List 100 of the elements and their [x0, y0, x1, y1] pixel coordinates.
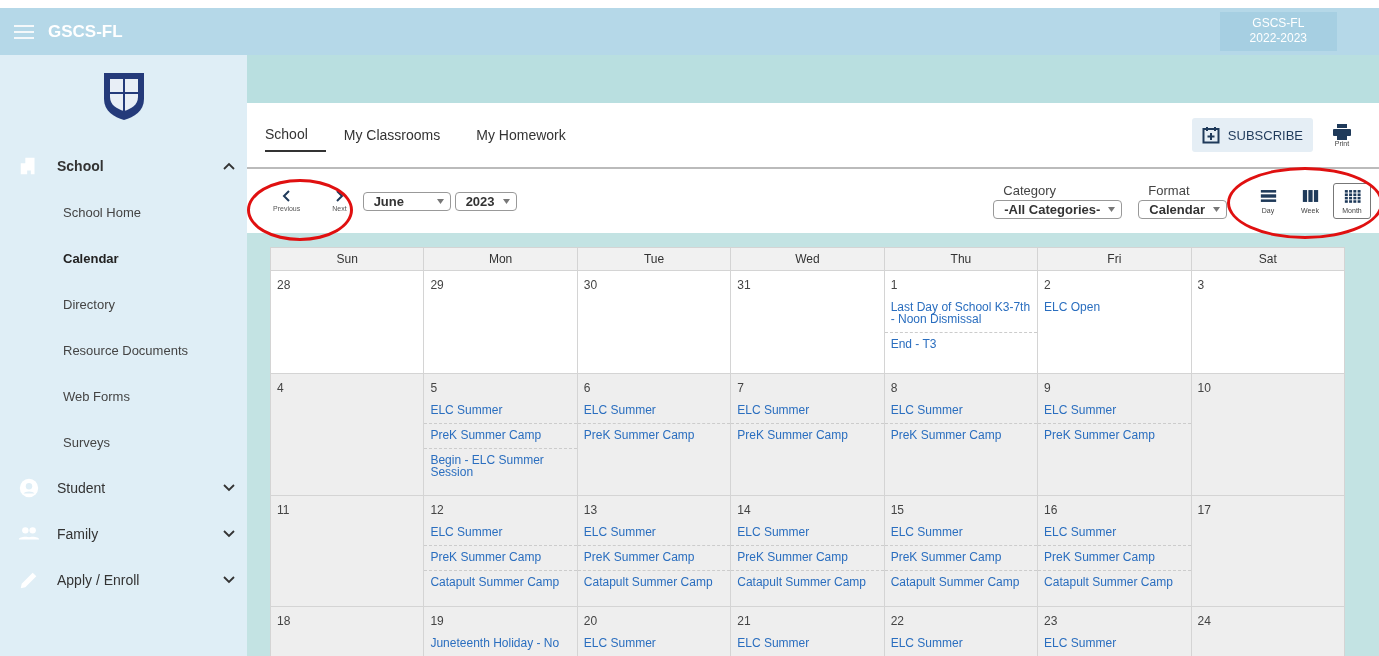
sidebar-subitem[interactable]: Resource Documents — [0, 327, 247, 373]
tab[interactable]: School — [265, 118, 326, 152]
event-link[interactable]: ELC Summer — [1038, 521, 1191, 546]
chevron-left-icon — [281, 190, 292, 202]
event-link[interactable]: PreK Summer Camp — [1038, 546, 1191, 571]
date-number: 22 — [889, 613, 906, 630]
sidebar-item[interactable]: Student — [0, 465, 247, 511]
month-view-icon — [1343, 188, 1361, 203]
event-link[interactable]: PreK Summer Camp — [884, 546, 1038, 571]
event-link[interactable]: PreK Summer Camp — [1038, 424, 1191, 448]
event-link[interactable]: PreK Summer Camp — [731, 546, 884, 571]
sidebar-subitem[interactable]: School Home — [0, 189, 247, 235]
event-link[interactable]: ELC Summer — [577, 632, 731, 656]
event-link[interactable]: ELC Summer — [731, 521, 884, 546]
sidebar-item[interactable]: Apply / Enroll — [0, 557, 247, 603]
weekday-header: Mon — [423, 247, 578, 271]
category-dropdown[interactable]: -All Categories- — [993, 200, 1123, 219]
date-number: 28 — [276, 277, 292, 294]
date-number: 10 — [1196, 380, 1212, 397]
event-link[interactable]: Catapult Summer Camp — [1038, 571, 1191, 595]
weekday-header: Thu — [884, 247, 1038, 271]
person-icon — [18, 477, 40, 499]
year-dropdown[interactable]: 2023 — [454, 191, 517, 211]
sidebar-subitem[interactable]: Web Forms — [0, 373, 247, 419]
dropdown-arrow-icon — [502, 198, 510, 204]
event-link[interactable]: Catapult Summer Camp — [577, 571, 731, 595]
date-number: 16 — [1043, 502, 1059, 519]
month-dropdown[interactable]: June — [362, 191, 451, 211]
date-number: 17 — [1196, 502, 1212, 519]
date-number: 21 — [736, 613, 752, 630]
event-link[interactable]: ELC Open — [1038, 296, 1191, 320]
weekday-header: Fri — [1037, 247, 1192, 271]
date-number: 31 — [736, 277, 752, 294]
event-link[interactable]: Juneteenth Holiday - No — [424, 632, 577, 656]
date-number: 4 — [276, 380, 285, 397]
event-link[interactable]: ELC Summer — [1038, 399, 1191, 424]
event-link[interactable]: ELC Summer — [1038, 632, 1191, 656]
date-number: 1 — [889, 277, 899, 294]
event-link[interactable]: ELC Summer — [424, 521, 577, 546]
date-number: 15 — [889, 502, 906, 519]
dropdown-arrow-icon — [1213, 207, 1220, 212]
menu-icon[interactable] — [14, 23, 34, 40]
sidebar-subitem[interactable]: Surveys — [0, 419, 247, 465]
app-title: GSCS-FL — [48, 21, 123, 42]
event-link[interactable]: PreK Summer Camp — [424, 424, 577, 449]
tab[interactable]: My Homework — [476, 119, 584, 151]
event-link[interactable]: PreK Summer Camp — [884, 424, 1038, 448]
date-number: 23 — [1043, 613, 1059, 630]
sidebar-item[interactable]: Family — [0, 511, 247, 557]
date-number: 5 — [429, 380, 439, 397]
sidebar-subitem[interactable]: Calendar — [0, 235, 247, 281]
event-link[interactable]: PreK Summer Camp — [424, 546, 577, 571]
dropdown-arrow-icon — [436, 198, 444, 204]
date-number: 29 — [429, 277, 445, 294]
event-link[interactable]: ELC Summer — [577, 399, 731, 424]
sidebar-item[interactable]: School — [0, 143, 247, 189]
weekday-header: Wed — [730, 247, 885, 271]
date-number: 19 — [429, 613, 445, 630]
event-link[interactable]: ELC Summer — [731, 632, 884, 656]
date-number: 8 — [889, 380, 899, 397]
event-link[interactable]: PreK Summer Camp — [577, 546, 731, 571]
sidebar-subitem[interactable]: Directory — [0, 281, 247, 327]
event-link[interactable]: ELC Summer — [884, 399, 1038, 424]
event-link[interactable]: ELC Summer — [424, 399, 577, 424]
event-link[interactable]: Last Day of School K3-7th - Noon Dismissal — [884, 296, 1038, 333]
date-number: 30 — [582, 277, 599, 294]
date-number: 20 — [582, 613, 599, 630]
event-link[interactable]: ELC Summer — [884, 521, 1038, 546]
weekday-header: Sun — [270, 247, 424, 271]
week-view-icon — [1301, 188, 1319, 203]
subscribe-button[interactable]: SUBSCRIBE — [1191, 118, 1313, 152]
event-link[interactable]: PreK Summer Camp — [731, 424, 884, 448]
chevron-right-icon — [334, 190, 345, 202]
tab[interactable]: My Classrooms — [343, 119, 459, 151]
date-number: 3 — [1196, 277, 1206, 294]
caret-icon — [223, 484, 235, 492]
event-link[interactable]: Begin - ELC Summer Session — [424, 449, 577, 485]
event-link[interactable]: Catapult Summer Camp — [424, 571, 577, 595]
event-link[interactable]: PreK Summer Camp — [577, 424, 731, 448]
date-number: 2 — [1043, 277, 1052, 294]
dropdown-arrow-icon — [1108, 207, 1116, 212]
weekday-header: Tue — [577, 247, 731, 271]
event-link[interactable]: Catapult Summer Camp — [884, 571, 1038, 595]
event-link[interactable]: End - T3 — [884, 333, 1038, 357]
date-number: 24 — [1196, 613, 1212, 630]
date-number: 11 — [276, 502, 291, 519]
date-number: 7 — [736, 380, 745, 397]
event-link[interactable]: ELC Summer — [731, 399, 884, 424]
event-link[interactable]: ELC Summer — [884, 632, 1038, 656]
caret-icon — [223, 530, 235, 538]
calendar-plus-icon — [1201, 126, 1220, 144]
date-number: 6 — [582, 380, 592, 397]
category-label: Category — [1003, 183, 1057, 198]
date-number: 18 — [276, 613, 292, 630]
event-link[interactable]: ELC Summer — [577, 521, 731, 546]
format-label: Format — [1148, 183, 1190, 198]
event-link[interactable]: Catapult Summer Camp — [731, 571, 884, 595]
format-dropdown[interactable]: Calendar — [1138, 200, 1227, 219]
date-number: 9 — [1043, 380, 1052, 397]
weekday-header: Sat — [1191, 247, 1345, 271]
